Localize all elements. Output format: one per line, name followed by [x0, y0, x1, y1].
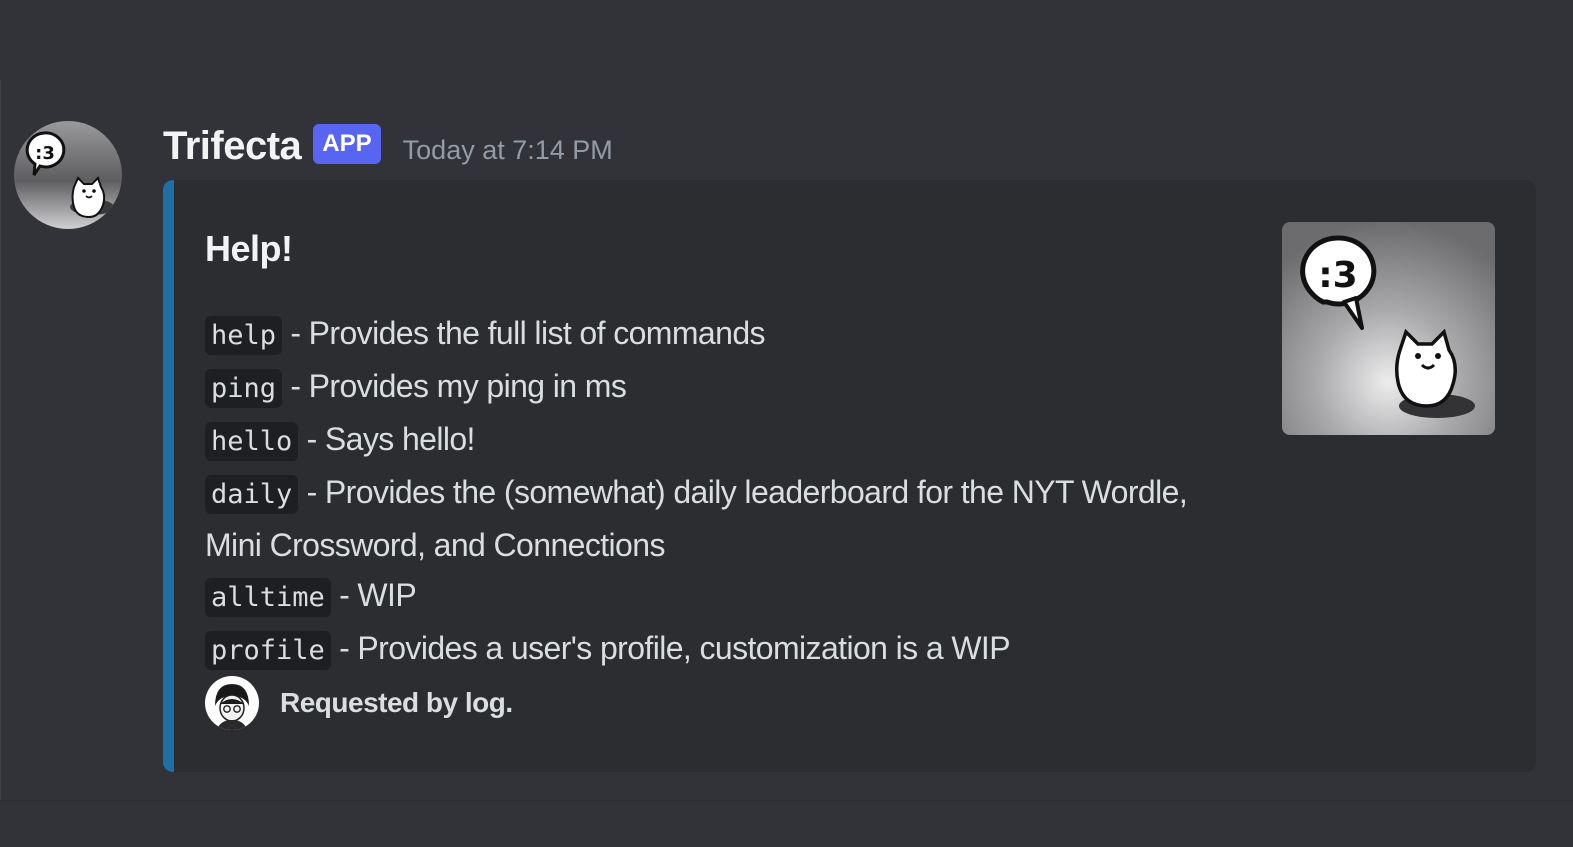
top-strip — [0, 0, 1573, 80]
message-header: Trifecta APP Today at 7:14 PM — [163, 118, 613, 174]
command-description: - Provides a user's profile, customizati… — [330, 630, 1010, 666]
command-name: daily — [205, 475, 299, 514]
command-description: - Says hello! — [298, 421, 476, 457]
command-name: help — [205, 316, 283, 355]
speech-bubble-cat-avatar-icon: :3 — [14, 121, 122, 229]
app-badge: APP — [313, 124, 381, 164]
speech-bubble-cat-thumbnail-icon: :3 — [1282, 222, 1495, 435]
command-line: alltime - WIP — [205, 570, 1225, 623]
embed-accent-bar — [163, 180, 174, 772]
bottom-strip — [0, 800, 1573, 847]
command-name: ping — [205, 369, 283, 408]
command-line: ping - Provides my ping in ms — [205, 361, 1225, 414]
command-description: - Provides the full list of commands — [282, 315, 765, 351]
author-avatar[interactable]: :3 — [14, 121, 122, 229]
svg-text::3: :3 — [1318, 255, 1357, 296]
footer-text: Requested by log. — [280, 687, 513, 718]
help-embed: Help! help - Provides the full list of c… — [163, 180, 1536, 772]
command-name: alltime — [205, 578, 331, 617]
command-line: profile - Provides a user's profile, cus… — [205, 623, 1225, 676]
command-line: help - Provides the full list of command… — [205, 308, 1225, 361]
command-line: daily - Provides the (somewhat) daily le… — [205, 467, 1225, 570]
message-timestamp: Today at 7:14 PM — [402, 134, 613, 165]
command-description: - WIP — [330, 577, 417, 613]
user-avatar-icon — [205, 676, 259, 730]
embed-title: Help! — [205, 228, 293, 269]
command-description: - Provides the (somewhat) daily leaderbo… — [205, 474, 1188, 563]
command-name: hello — [205, 422, 299, 461]
embed-footer: Requested by log. — [205, 676, 513, 730]
command-line: hello - Says hello! — [205, 414, 1225, 467]
svg-text::3: :3 — [35, 143, 55, 164]
embed-thumbnail[interactable]: :3 — [1282, 222, 1495, 435]
author-name[interactable]: Trifecta — [163, 124, 302, 169]
command-name: profile — [205, 631, 331, 670]
embed-description: help - Provides the full list of command… — [205, 308, 1225, 676]
command-description: - Provides my ping in ms — [282, 368, 627, 404]
footer-avatar — [205, 676, 259, 730]
